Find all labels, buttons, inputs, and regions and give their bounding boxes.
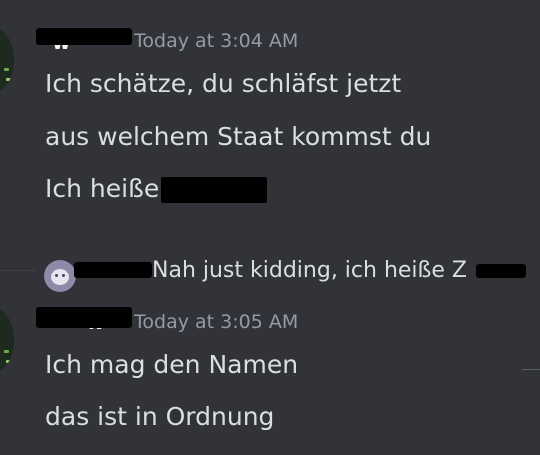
reply-preview-text[interactable]: Nah just kidding, ich heiße Z xyxy=(152,258,467,283)
message-timestamp[interactable]: Today at 3:04 AM xyxy=(134,30,298,52)
message-divider xyxy=(0,270,36,271)
avatar-icon[interactable] xyxy=(0,308,14,372)
redacted-author-name xyxy=(36,307,132,328)
avatar-icon[interactable] xyxy=(0,28,14,92)
redacted-author-name xyxy=(36,28,132,45)
reply-preview-content: Nah just kidding, ich heiße Z xyxy=(152,258,467,283)
message-line-3: Ich heiße xyxy=(45,174,268,203)
reply-avatar-icon[interactable] xyxy=(44,260,76,292)
redacted-name xyxy=(161,177,268,203)
message-timestamp[interactable]: Today at 3:05 AM xyxy=(134,311,298,333)
message-line-1: Ich mag den Namen xyxy=(45,350,299,379)
redacted-reply-name xyxy=(476,264,526,278)
message-line-3-text: Ich heiße xyxy=(45,174,160,203)
message-line-2: aus welchem Staat kommst du xyxy=(45,122,432,151)
message-line-1: Ich schätze, du schläfst jetzt xyxy=(45,69,402,98)
redacted-reply-author xyxy=(74,262,152,278)
scroll-divider xyxy=(522,369,540,370)
message-line-2: das ist in Ordnung xyxy=(45,402,275,431)
